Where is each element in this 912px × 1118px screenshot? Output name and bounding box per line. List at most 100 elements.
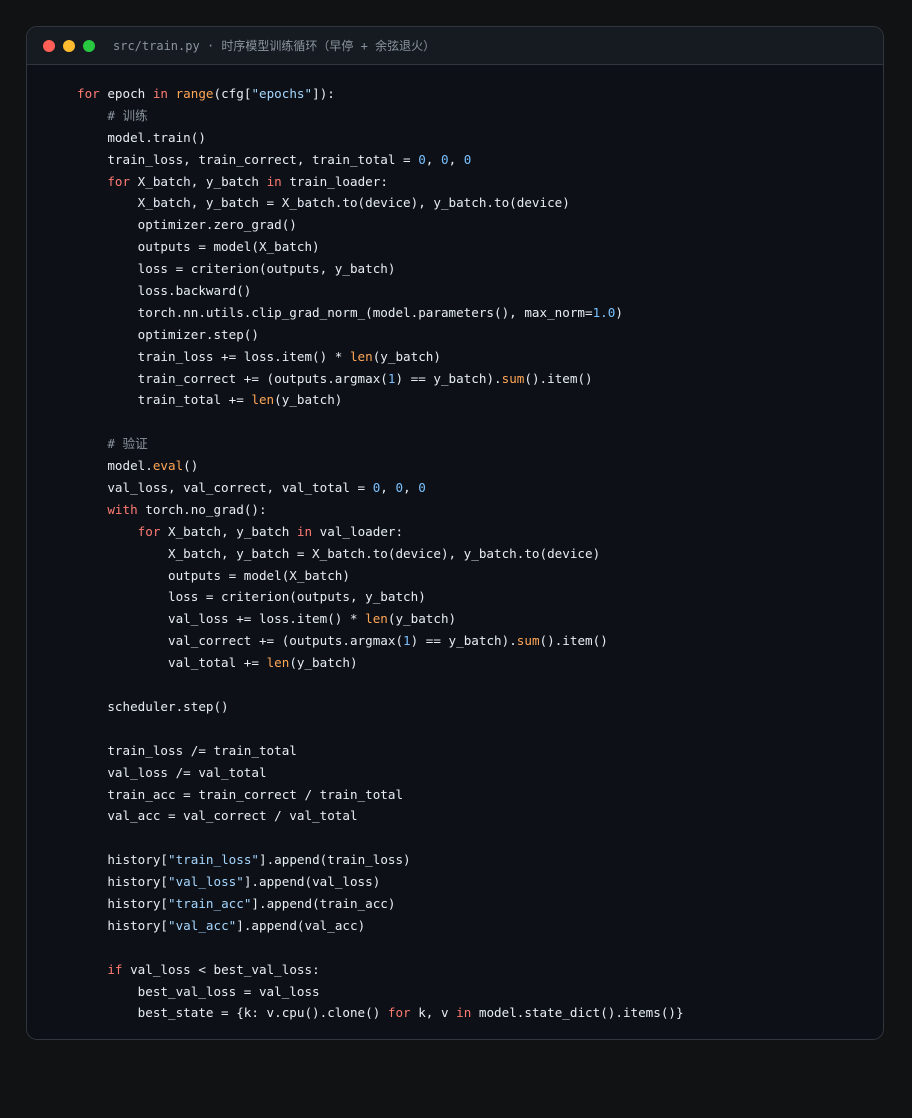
code-token: "val_acc" bbox=[168, 917, 237, 933]
code-line: optimizer.step() bbox=[77, 324, 684, 346]
code-token: ]): bbox=[312, 86, 335, 101]
code-token: for bbox=[107, 173, 131, 189]
code-token: , bbox=[425, 151, 441, 167]
code-token: ].append(train_acc) bbox=[251, 895, 396, 911]
code-token: "train_acc" bbox=[168, 895, 252, 911]
code-token: ().item() bbox=[539, 633, 608, 649]
code-token: history[ bbox=[77, 874, 168, 890]
code-line: history["train_loss"].append(train_loss) bbox=[77, 849, 684, 871]
code-line: val_total += len(y_batch) bbox=[77, 652, 684, 674]
code-token: for bbox=[77, 86, 100, 101]
code-token: epoch bbox=[99, 86, 153, 101]
code-token: model.state_dict().items()} bbox=[471, 1005, 684, 1021]
code-token: optimizer.zero_grad() bbox=[77, 217, 297, 233]
code-token: , bbox=[380, 480, 396, 496]
code-token: 0 bbox=[440, 151, 449, 167]
code-token: "train_loss" bbox=[168, 852, 259, 868]
code-token: val_loss += loss.item() * bbox=[77, 611, 366, 627]
code-token: val_correct += (outputs.argmax( bbox=[77, 633, 404, 649]
code-line: val_acc = val_correct / val_total bbox=[77, 805, 684, 827]
window-title: src/train.py · 时序模型训练循环（早停 + 余弦退火） bbox=[113, 38, 435, 54]
code-token: X_batch, y_batch bbox=[130, 173, 267, 189]
code-token: train_acc = train_correct / train_total bbox=[77, 786, 404, 802]
code-token: in bbox=[152, 86, 168, 101]
code-token: (y_batch) bbox=[274, 392, 343, 408]
code-token: len bbox=[349, 348, 373, 364]
file-description: 时序模型训练循环（早停 + 余弦退火） bbox=[221, 39, 436, 53]
code-token: X_batch, y_batch bbox=[160, 523, 297, 539]
code-line: X_batch, y_batch = X_batch.to(device), y… bbox=[77, 192, 684, 214]
code-line: outputs = model(X_batch) bbox=[77, 565, 684, 587]
code-token: k, v bbox=[410, 1005, 457, 1021]
code-token: eval bbox=[152, 458, 184, 474]
code-token: best_state = {k: v.cpu().clone() bbox=[77, 1005, 388, 1021]
code-token: sum bbox=[501, 370, 525, 386]
code-token: outputs = model(X_batch) bbox=[77, 567, 350, 583]
code-token: val_acc = val_correct / val_total bbox=[77, 808, 358, 824]
code-line: best_val_loss = val_loss bbox=[77, 981, 684, 1003]
code-token: in bbox=[266, 173, 282, 189]
code-token: train_total += bbox=[77, 392, 252, 408]
code-line: # 验证 bbox=[77, 433, 684, 455]
code-token: optimizer.step() bbox=[77, 326, 259, 342]
code-token: sum bbox=[516, 633, 540, 649]
code-token: in bbox=[296, 523, 313, 539]
code-line: model.train() bbox=[77, 127, 684, 149]
code-token: len bbox=[266, 655, 290, 671]
code-token: train_loader: bbox=[281, 173, 388, 189]
code-line: val_loss, val_correct, val_total = 0, 0,… bbox=[77, 477, 684, 499]
code-token: ) == y_batch). bbox=[395, 370, 502, 386]
code-token: scheduler.step() bbox=[77, 698, 229, 714]
title-separator: · bbox=[206, 39, 215, 53]
code-line: train_loss += loss.item() * len(y_batch) bbox=[77, 346, 684, 368]
code-line: train_total += len(y_batch) bbox=[77, 389, 684, 411]
code-line: best_state = {k: v.cpu().clone() for k, … bbox=[77, 1002, 684, 1024]
code-token: for bbox=[387, 1005, 411, 1021]
code-line: train_correct += (outputs.argmax(1) == y… bbox=[77, 368, 684, 390]
code-token: ().item() bbox=[524, 370, 593, 386]
code-token: 1 bbox=[403, 633, 411, 649]
code-block[interactable]: for epoch in range(cfg["epochs"]): # 训练 … bbox=[77, 83, 684, 1024]
code-line: with torch.no_grad(): bbox=[77, 499, 684, 521]
code-line: optimizer.zero_grad() bbox=[77, 214, 684, 236]
code-token: 0 bbox=[395, 480, 404, 496]
close-window-button[interactable] bbox=[43, 40, 55, 52]
code-token: () bbox=[183, 458, 199, 474]
code-token: history[ bbox=[77, 895, 168, 911]
code-token: val_loader: bbox=[312, 523, 404, 539]
code-line: train_loss, train_correct, train_total =… bbox=[77, 149, 684, 171]
code-line: val_loss += loss.item() * len(y_batch) bbox=[77, 608, 684, 630]
code-token: range bbox=[175, 86, 214, 101]
code-line: loss.backward() bbox=[77, 280, 684, 302]
code-token: 0 bbox=[418, 151, 426, 167]
code-token: history[ bbox=[77, 917, 168, 933]
code-token: # 验证 bbox=[107, 436, 148, 452]
code-token: in bbox=[456, 1005, 472, 1021]
code-token: ].append(train_loss) bbox=[259, 852, 411, 868]
code-token: 0 bbox=[418, 480, 426, 496]
code-token: (y_batch) bbox=[387, 611, 457, 627]
code-token: 0 bbox=[463, 151, 472, 167]
code-line: val_loss /= val_total bbox=[77, 762, 684, 784]
code-token: ) == y_batch). bbox=[410, 633, 517, 649]
code-line: if val_loss < best_val_loss: bbox=[77, 959, 684, 981]
code-line: model.eval() bbox=[77, 455, 684, 477]
minimize-window-button[interactable] bbox=[63, 40, 75, 52]
code-token: X_batch, y_batch = X_batch.to(device), y… bbox=[77, 545, 601, 561]
code-token: "epochs" bbox=[251, 86, 313, 101]
maximize-window-button[interactable] bbox=[83, 40, 95, 52]
code-token: loss = criterion(outputs, y_batch) bbox=[77, 261, 396, 277]
code-line: history["val_acc"].append(val_acc) bbox=[77, 915, 684, 937]
code-line: loss = criterion(outputs, y_batch) bbox=[77, 586, 684, 608]
code-token: (y_batch) bbox=[289, 655, 358, 671]
code-line: val_correct += (outputs.argmax(1) == y_b… bbox=[77, 630, 684, 652]
code-token: val_loss /= val_total bbox=[77, 764, 267, 780]
